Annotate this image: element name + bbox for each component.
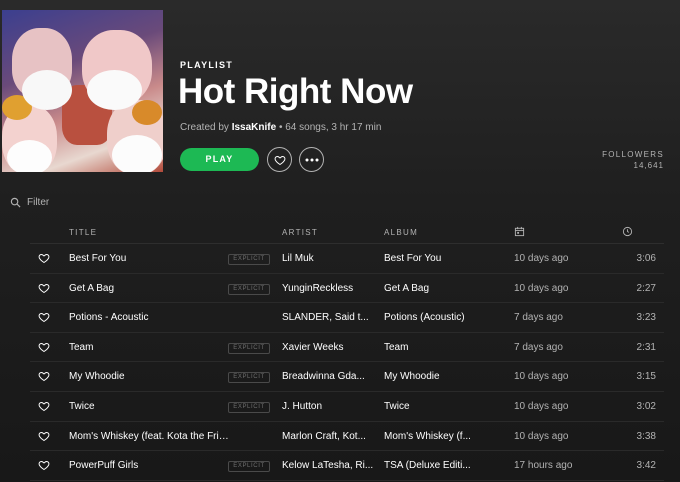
filter-placeholder: Filter: [27, 197, 50, 208]
track-album-link[interactable]: Twice: [384, 401, 480, 412]
track-duration: 3:15: [636, 371, 656, 383]
explicit-badge: EXPLICIT: [228, 283, 270, 295]
playlist-stats: • 64 songs, 3 hr 17 min: [276, 122, 382, 133]
column-title[interactable]: TITLE: [69, 228, 97, 237]
search-icon: [10, 197, 21, 208]
track-date-added: 10 days ago: [514, 371, 569, 383]
track-album-link[interactable]: Mom's Whiskey (f...: [384, 431, 480, 442]
track-duration: 3:06: [636, 253, 656, 264]
more-icon: [305, 158, 318, 161]
created-by-prefix: Created by: [180, 122, 232, 133]
track-date-added: 10 days ago: [514, 400, 569, 412]
save-to-library-button[interactable]: [267, 147, 292, 172]
track-title: Get A Bag: [69, 282, 115, 294]
track-album-link[interactable]: My Whoodie: [384, 371, 480, 382]
playlist-owner-link[interactable]: IssaKnife: [232, 122, 276, 133]
filter-field[interactable]: Filter: [10, 197, 49, 208]
track-artist-link[interactable]: Xavier Weeks: [282, 342, 376, 353]
playlist-title: Hot Right Now: [178, 72, 413, 111]
track-row[interactable]: Potions - Acoustic SLANDER, Said t... Po…: [30, 303, 664, 333]
playlist-meta: Created by IssaKnife • 64 songs, 3 hr 17…: [180, 122, 381, 133]
track-duration: 2:27: [636, 282, 656, 294]
heart-icon[interactable]: [38, 341, 52, 355]
track-row[interactable]: Team EXPLICIT Xavier Weeks Team 7 days a…: [30, 333, 664, 363]
column-date-added[interactable]: [514, 226, 525, 239]
explicit-badge: EXPLICIT: [228, 372, 270, 384]
explicit-badge: EXPLICIT: [228, 461, 270, 473]
explicit-badge: EXPLICIT: [228, 254, 270, 265]
calendar-icon: [514, 226, 525, 237]
track-album-link[interactable]: Potions (Acoustic): [384, 312, 480, 323]
heart-icon[interactable]: [38, 311, 52, 325]
playlist-header: PLAYLIST Hot Right Now Created by IssaKn…: [0, 0, 680, 180]
more-options-button[interactable]: [299, 147, 324, 172]
track-duration: 2:31: [636, 341, 656, 353]
track-artist-link[interactable]: Lil Muk: [282, 253, 376, 264]
heart-icon[interactable]: [38, 252, 52, 266]
column-duration[interactable]: [622, 226, 633, 239]
track-artist-link[interactable]: J. Hutton: [282, 401, 376, 412]
track-title: Best For You: [69, 253, 127, 264]
track-duration: 3:42: [636, 460, 656, 472]
track-row[interactable]: PowerPuff Girls EXPLICIT Kelow LaTesha, …: [30, 451, 664, 481]
track-album-link[interactable]: Best For You: [384, 253, 480, 264]
heart-icon[interactable]: [38, 459, 52, 473]
track-row[interactable]: My Whoodie EXPLICIT Breadwinna Gda... My…: [30, 362, 664, 392]
track-album-link[interactable]: Team: [384, 342, 480, 353]
track-row[interactable]: Twice EXPLICIT J. Hutton Twice 10 days a…: [30, 392, 664, 422]
followers-count: 14,641: [633, 161, 664, 170]
track-artist-link[interactable]: Breadwinna Gda...: [282, 371, 376, 382]
clock-icon: [622, 226, 633, 237]
track-title: Twice: [69, 400, 95, 412]
heart-icon[interactable]: [38, 430, 52, 444]
track-date-added: 10 days ago: [514, 430, 569, 442]
track-duration: 3:02: [636, 400, 656, 412]
heart-icon: [274, 155, 285, 165]
track-row[interactable]: Mom's Whiskey (feat. Kota the Friend) Ma…: [30, 422, 664, 452]
track-title: PowerPuff Girls: [69, 460, 139, 472]
track-artist-link[interactable]: Marlon Craft, Kot...: [282, 431, 376, 442]
tracklist-header: TITLE ARTIST ALBUM: [30, 222, 664, 244]
column-album[interactable]: ALBUM: [384, 228, 418, 237]
track-row[interactable]: Get A Bag EXPLICIT YunginReckless Get A …: [30, 274, 664, 304]
track-date-added: 10 days ago: [514, 253, 569, 264]
track-title: My Whoodie: [69, 371, 125, 383]
track-date-added: 10 days ago: [514, 282, 569, 294]
explicit-badge: EXPLICIT: [228, 401, 270, 413]
play-button[interactable]: PLAY: [180, 148, 259, 171]
heart-icon[interactable]: [38, 400, 52, 414]
column-artist[interactable]: ARTIST: [282, 228, 318, 237]
explicit-badge: EXPLICIT: [228, 342, 270, 354]
tracklist-table: TITLE ARTIST ALBUM Best For You EXPLICIT…: [0, 222, 680, 481]
track-artist-link[interactable]: Kelow LaTesha, Ri...: [282, 460, 376, 471]
playlist-cover-art: [2, 10, 163, 172]
track-title: Potions - Acoustic: [69, 312, 149, 324]
track-title: Mom's Whiskey (feat. Kota the Friend): [69, 430, 229, 442]
track-duration: 3:23: [636, 312, 656, 324]
track-album-link[interactable]: TSA (Deluxe Editi...: [384, 460, 480, 471]
track-title: Team: [69, 341, 94, 353]
followers-label: FOLLOWERS: [602, 150, 664, 159]
track-duration: 3:38: [636, 430, 656, 442]
track-date-added: 7 days ago: [514, 312, 563, 324]
track-artist-link[interactable]: SLANDER, Said t...: [282, 312, 376, 323]
heart-icon[interactable]: [38, 370, 52, 384]
track-album-link[interactable]: Get A Bag: [384, 283, 480, 294]
track-date-added: 7 days ago: [514, 341, 563, 353]
track-date-added: 17 hours ago: [514, 460, 573, 472]
track-row[interactable]: Best For You EXPLICIT Lil Muk Best For Y…: [30, 244, 664, 274]
track-artist-link[interactable]: YunginReckless: [282, 283, 376, 294]
heart-icon[interactable]: [38, 282, 52, 296]
playlist-type-label: PLAYLIST: [180, 60, 234, 70]
